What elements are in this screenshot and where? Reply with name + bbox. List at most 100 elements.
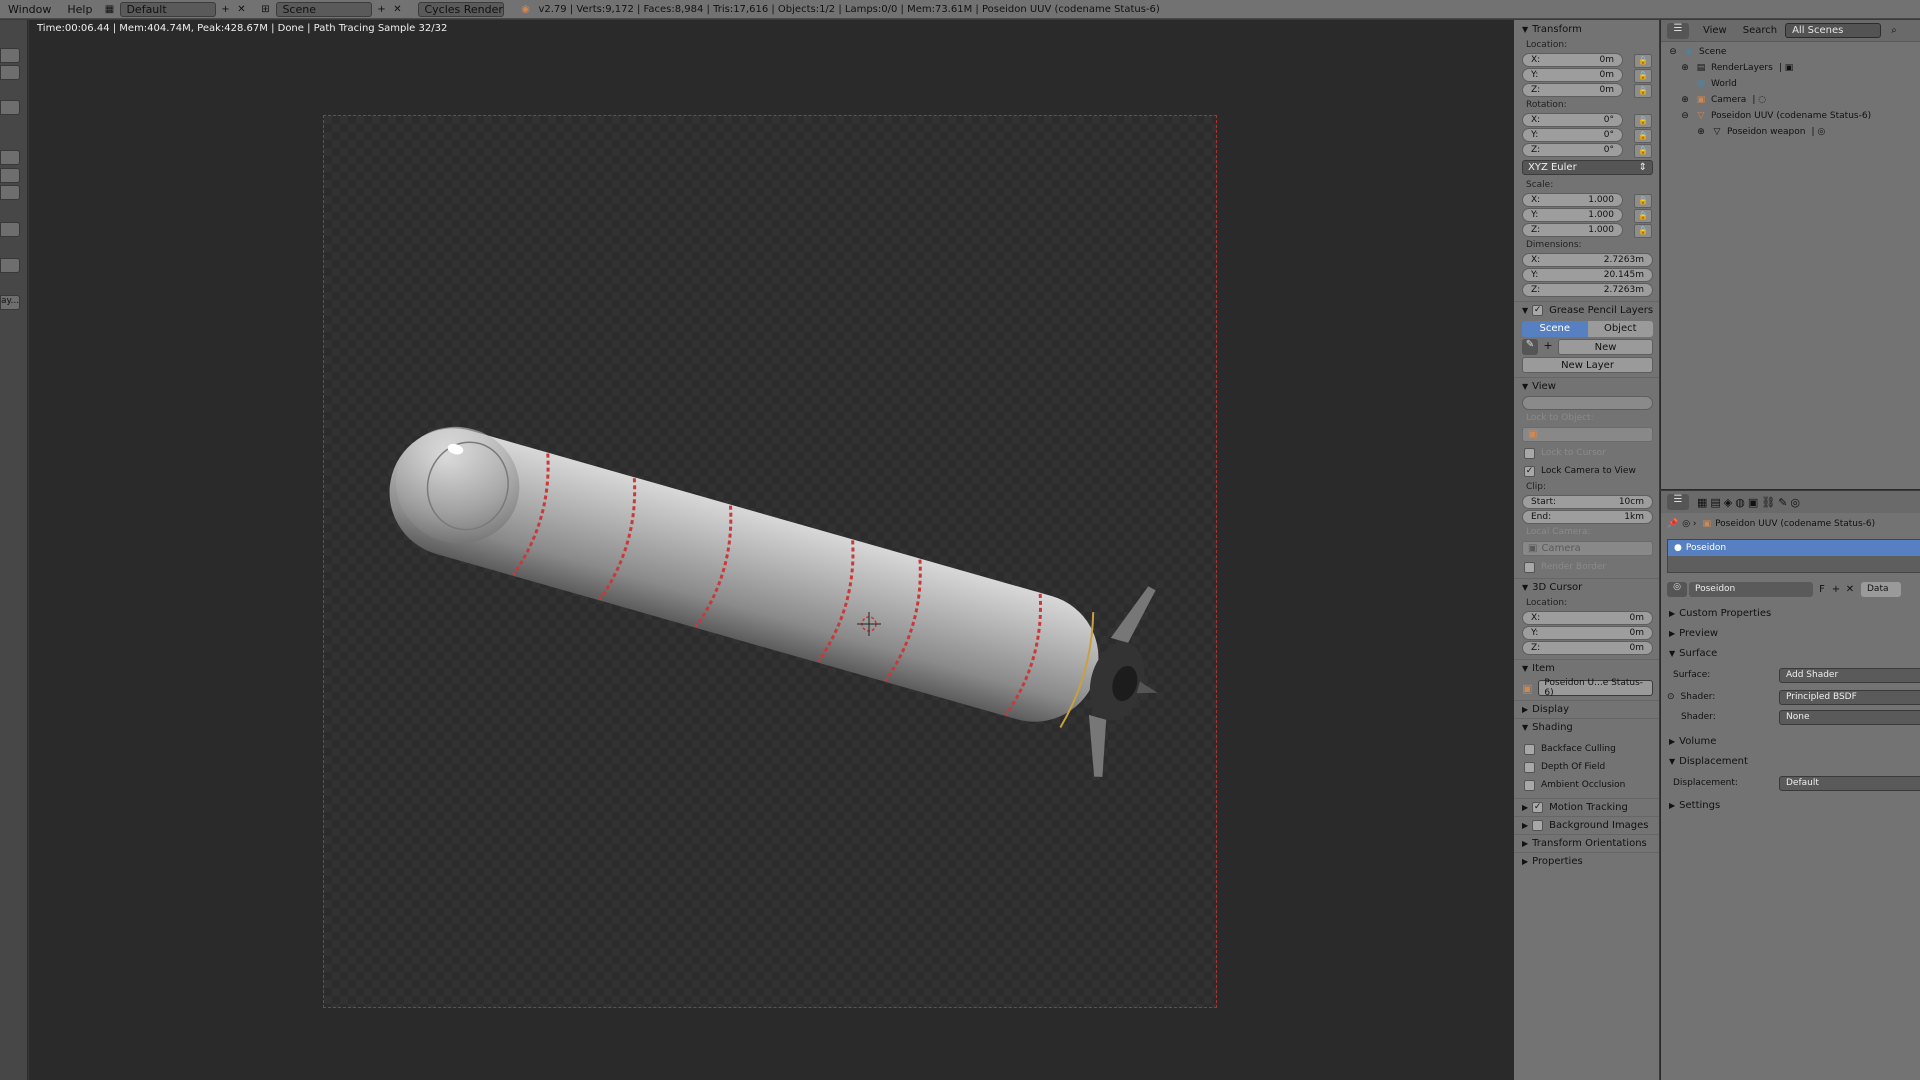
rotation-z-field[interactable]: Z: 0° 🔒 bbox=[1522, 143, 1652, 158]
dimensions-z-field[interactable]: Z: 2.7263m bbox=[1522, 283, 1653, 297]
surface-section[interactable]: ▼ Surface bbox=[1661, 643, 1920, 663]
volume-section[interactable]: ▶ Volume bbox=[1661, 731, 1920, 751]
motion-tracking-panel-header[interactable]: ▶ ✓ Motion Tracking bbox=[1514, 798, 1659, 816]
lock-icon[interactable]: 🔒 bbox=[1634, 129, 1652, 143]
grease-pencil-panel-header[interactable]: ▼ ✓ Grease Pencil Layers bbox=[1514, 301, 1659, 319]
scene-icon[interactable]: ⊞ bbox=[258, 2, 272, 16]
scale-y-field[interactable]: Y: 1.000 🔒 bbox=[1522, 208, 1652, 223]
display-panel-header[interactable]: ▶ Display bbox=[1514, 700, 1659, 718]
scale-x-field[interactable]: X: 1.000 🔒 bbox=[1522, 193, 1652, 208]
camera-data-icon[interactable]: | ◌ bbox=[1752, 95, 1766, 105]
dimensions-y-field[interactable]: Y: 20.145m bbox=[1522, 268, 1653, 282]
checkbox[interactable] bbox=[1524, 779, 1535, 791]
render-engine-dropdown[interactable]: Cycles Render bbox=[418, 1, 505, 17]
fake-user-button[interactable]: F bbox=[1815, 584, 1829, 595]
add-icon[interactable]: + bbox=[1540, 339, 1556, 355]
expand-icon[interactable]: ⊕ bbox=[1695, 126, 1707, 138]
outliner-search-menu[interactable]: Search bbox=[1743, 25, 1777, 36]
new-grease-pencil-button[interactable]: New bbox=[1558, 339, 1653, 355]
shader1-field[interactable]: Principled BSDF bbox=[1779, 689, 1920, 705]
outliner-display-mode-dropdown[interactable]: All Scenes bbox=[1785, 23, 1882, 38]
lock-icon[interactable]: 🔒 bbox=[1634, 69, 1652, 83]
render-border-checkbox[interactable]: Render Border bbox=[1514, 558, 1659, 576]
3d-cursor-panel-header[interactable]: ▼ 3D Cursor bbox=[1514, 578, 1659, 596]
tool-tab-label[interactable]: ay... bbox=[0, 295, 20, 310]
3d-viewport[interactable]: Time:00:06.44 | Mem:404.74M, Peak:428.67… bbox=[29, 20, 1513, 1080]
screen-layout-icon[interactable]: ▦ bbox=[102, 2, 116, 16]
search-icon[interactable]: ⌕ bbox=[1891, 25, 1897, 36]
expand-icon[interactable]: ⊖ bbox=[1667, 46, 1679, 58]
material-slot-item[interactable]: ● Poseidon bbox=[1668, 540, 1920, 556]
menu-window[interactable]: Window bbox=[0, 3, 59, 16]
view-panel-header[interactable]: ▼ View bbox=[1514, 377, 1659, 395]
checkbox-checked[interactable]: ✓ bbox=[1532, 802, 1544, 813]
surface-shader-field[interactable]: Add Shader bbox=[1779, 667, 1920, 683]
tool-tab[interactable] bbox=[0, 100, 20, 115]
background-images-panel-header[interactable]: ▶ Background Images bbox=[1514, 816, 1659, 834]
material-name-field[interactable]: Poseidon bbox=[1689, 581, 1813, 597]
collapse-icon[interactable]: ⊖ bbox=[1679, 110, 1691, 122]
tool-tab[interactable] bbox=[0, 150, 20, 165]
lock-camera-to-view-checkbox[interactable]: ✓ Lock Camera to View bbox=[1514, 462, 1659, 480]
lock-icon[interactable]: 🔒 bbox=[1634, 209, 1652, 223]
outliner-view-menu[interactable]: View bbox=[1703, 25, 1727, 36]
tool-tab[interactable] bbox=[0, 168, 20, 183]
tool-tab[interactable] bbox=[0, 258, 20, 273]
delete-screen-icon[interactable]: ✕ bbox=[234, 2, 248, 16]
add-screen-icon[interactable]: + bbox=[218, 2, 232, 16]
properties-panel-header[interactable]: ▶ Properties bbox=[1514, 852, 1659, 870]
expand-icon[interactable]: ⊕ bbox=[1679, 94, 1691, 106]
editor-type-icon[interactable]: ☰ bbox=[1667, 494, 1689, 510]
shading-panel-header[interactable]: ▼ Shading bbox=[1514, 718, 1659, 736]
location-y-field[interactable]: Y: 0m 🔒 bbox=[1522, 68, 1652, 83]
tool-tab[interactable] bbox=[0, 222, 20, 237]
lock-icon[interactable]: 🔒 bbox=[1634, 144, 1652, 158]
render-toggle-icon[interactable]: | ▣ bbox=[1779, 63, 1793, 73]
cursor-y-field[interactable]: Y: 0m bbox=[1522, 626, 1653, 640]
unlink-material-icon[interactable]: ✕ bbox=[1843, 584, 1857, 595]
editor-type-icon[interactable]: ☰ bbox=[1667, 22, 1689, 39]
checkbox[interactable]: ✓ bbox=[1532, 305, 1544, 316]
link-data-dropdown[interactable]: Data bbox=[1861, 581, 1901, 597]
delete-scene-icon[interactable]: ✕ bbox=[390, 2, 404, 16]
tool-tab[interactable] bbox=[0, 48, 20, 63]
object-name-field[interactable]: Poseidon U...e Status-6) bbox=[1538, 678, 1653, 698]
clip-end-field[interactable]: End: 1km bbox=[1522, 510, 1653, 524]
context-tabs-icons[interactable]: ▦▤◈◍▣⛓✎◎ bbox=[1697, 496, 1803, 509]
dimensions-x-field[interactable]: X: 2.7263m bbox=[1522, 253, 1653, 267]
checkbox-checked[interactable]: ✓ bbox=[1524, 465, 1535, 477]
tool-tab[interactable] bbox=[0, 65, 20, 80]
lock-icon[interactable]: 🔒 bbox=[1634, 114, 1652, 128]
displacement-section[interactable]: ▼ Displacement bbox=[1661, 751, 1920, 771]
rotation-y-field[interactable]: Y: 0° 🔒 bbox=[1522, 128, 1652, 143]
checkbox[interactable] bbox=[1532, 820, 1544, 831]
new-layer-button[interactable]: New Layer bbox=[1522, 357, 1653, 373]
checkbox[interactable] bbox=[1524, 743, 1535, 755]
lock-icon[interactable]: 🔒 bbox=[1634, 224, 1652, 238]
socket-icon[interactable]: ⊙ bbox=[1667, 692, 1675, 702]
tab-object[interactable]: Object bbox=[1587, 321, 1653, 337]
checkbox[interactable] bbox=[1524, 561, 1535, 573]
shader2-field[interactable]: None bbox=[1779, 709, 1920, 725]
location-x-field[interactable]: X: 0m 🔒 bbox=[1522, 53, 1652, 68]
tree-item-camera[interactable]: ⊕ ▣ Camera | ◌ bbox=[1661, 92, 1920, 108]
preview-section[interactable]: ▶ Preview bbox=[1661, 623, 1920, 643]
lock-icon[interactable]: 🔒 bbox=[1634, 194, 1652, 208]
backface-culling-checkbox[interactable]: Backface Culling bbox=[1514, 740, 1659, 758]
tree-item-renderlayers[interactable]: ⊕ ▤ RenderLayers | ▣ bbox=[1661, 60, 1920, 76]
cursor-x-field[interactable]: X: 0m bbox=[1522, 611, 1653, 625]
tree-item-poseidon-weapon[interactable]: ⊕ ▽ Poseidon weapon | ◎ bbox=[1661, 124, 1920, 140]
ambient-occlusion-checkbox[interactable]: Ambient Occlusion bbox=[1514, 776, 1659, 794]
expand-icon[interactable]: ⊕ bbox=[1679, 62, 1691, 74]
transform-orientations-panel-header[interactable]: ▶ Transform Orientations bbox=[1514, 834, 1659, 852]
scale-z-field[interactable]: Z: 1.000 🔒 bbox=[1522, 223, 1652, 238]
material-icon[interactable]: | ◎ bbox=[1811, 127, 1825, 137]
rotation-x-field[interactable]: X: 0° 🔒 bbox=[1522, 113, 1652, 128]
lock-object-field[interactable]: ▣ bbox=[1522, 427, 1653, 442]
checkbox[interactable] bbox=[1524, 761, 1535, 773]
pin-icon[interactable]: 📌 bbox=[1667, 519, 1678, 529]
tool-tab[interactable] bbox=[0, 185, 20, 200]
displacement-field[interactable]: Default bbox=[1779, 775, 1920, 791]
screen-layout-selector[interactable]: Default bbox=[120, 1, 217, 17]
checkbox[interactable] bbox=[1524, 447, 1535, 459]
